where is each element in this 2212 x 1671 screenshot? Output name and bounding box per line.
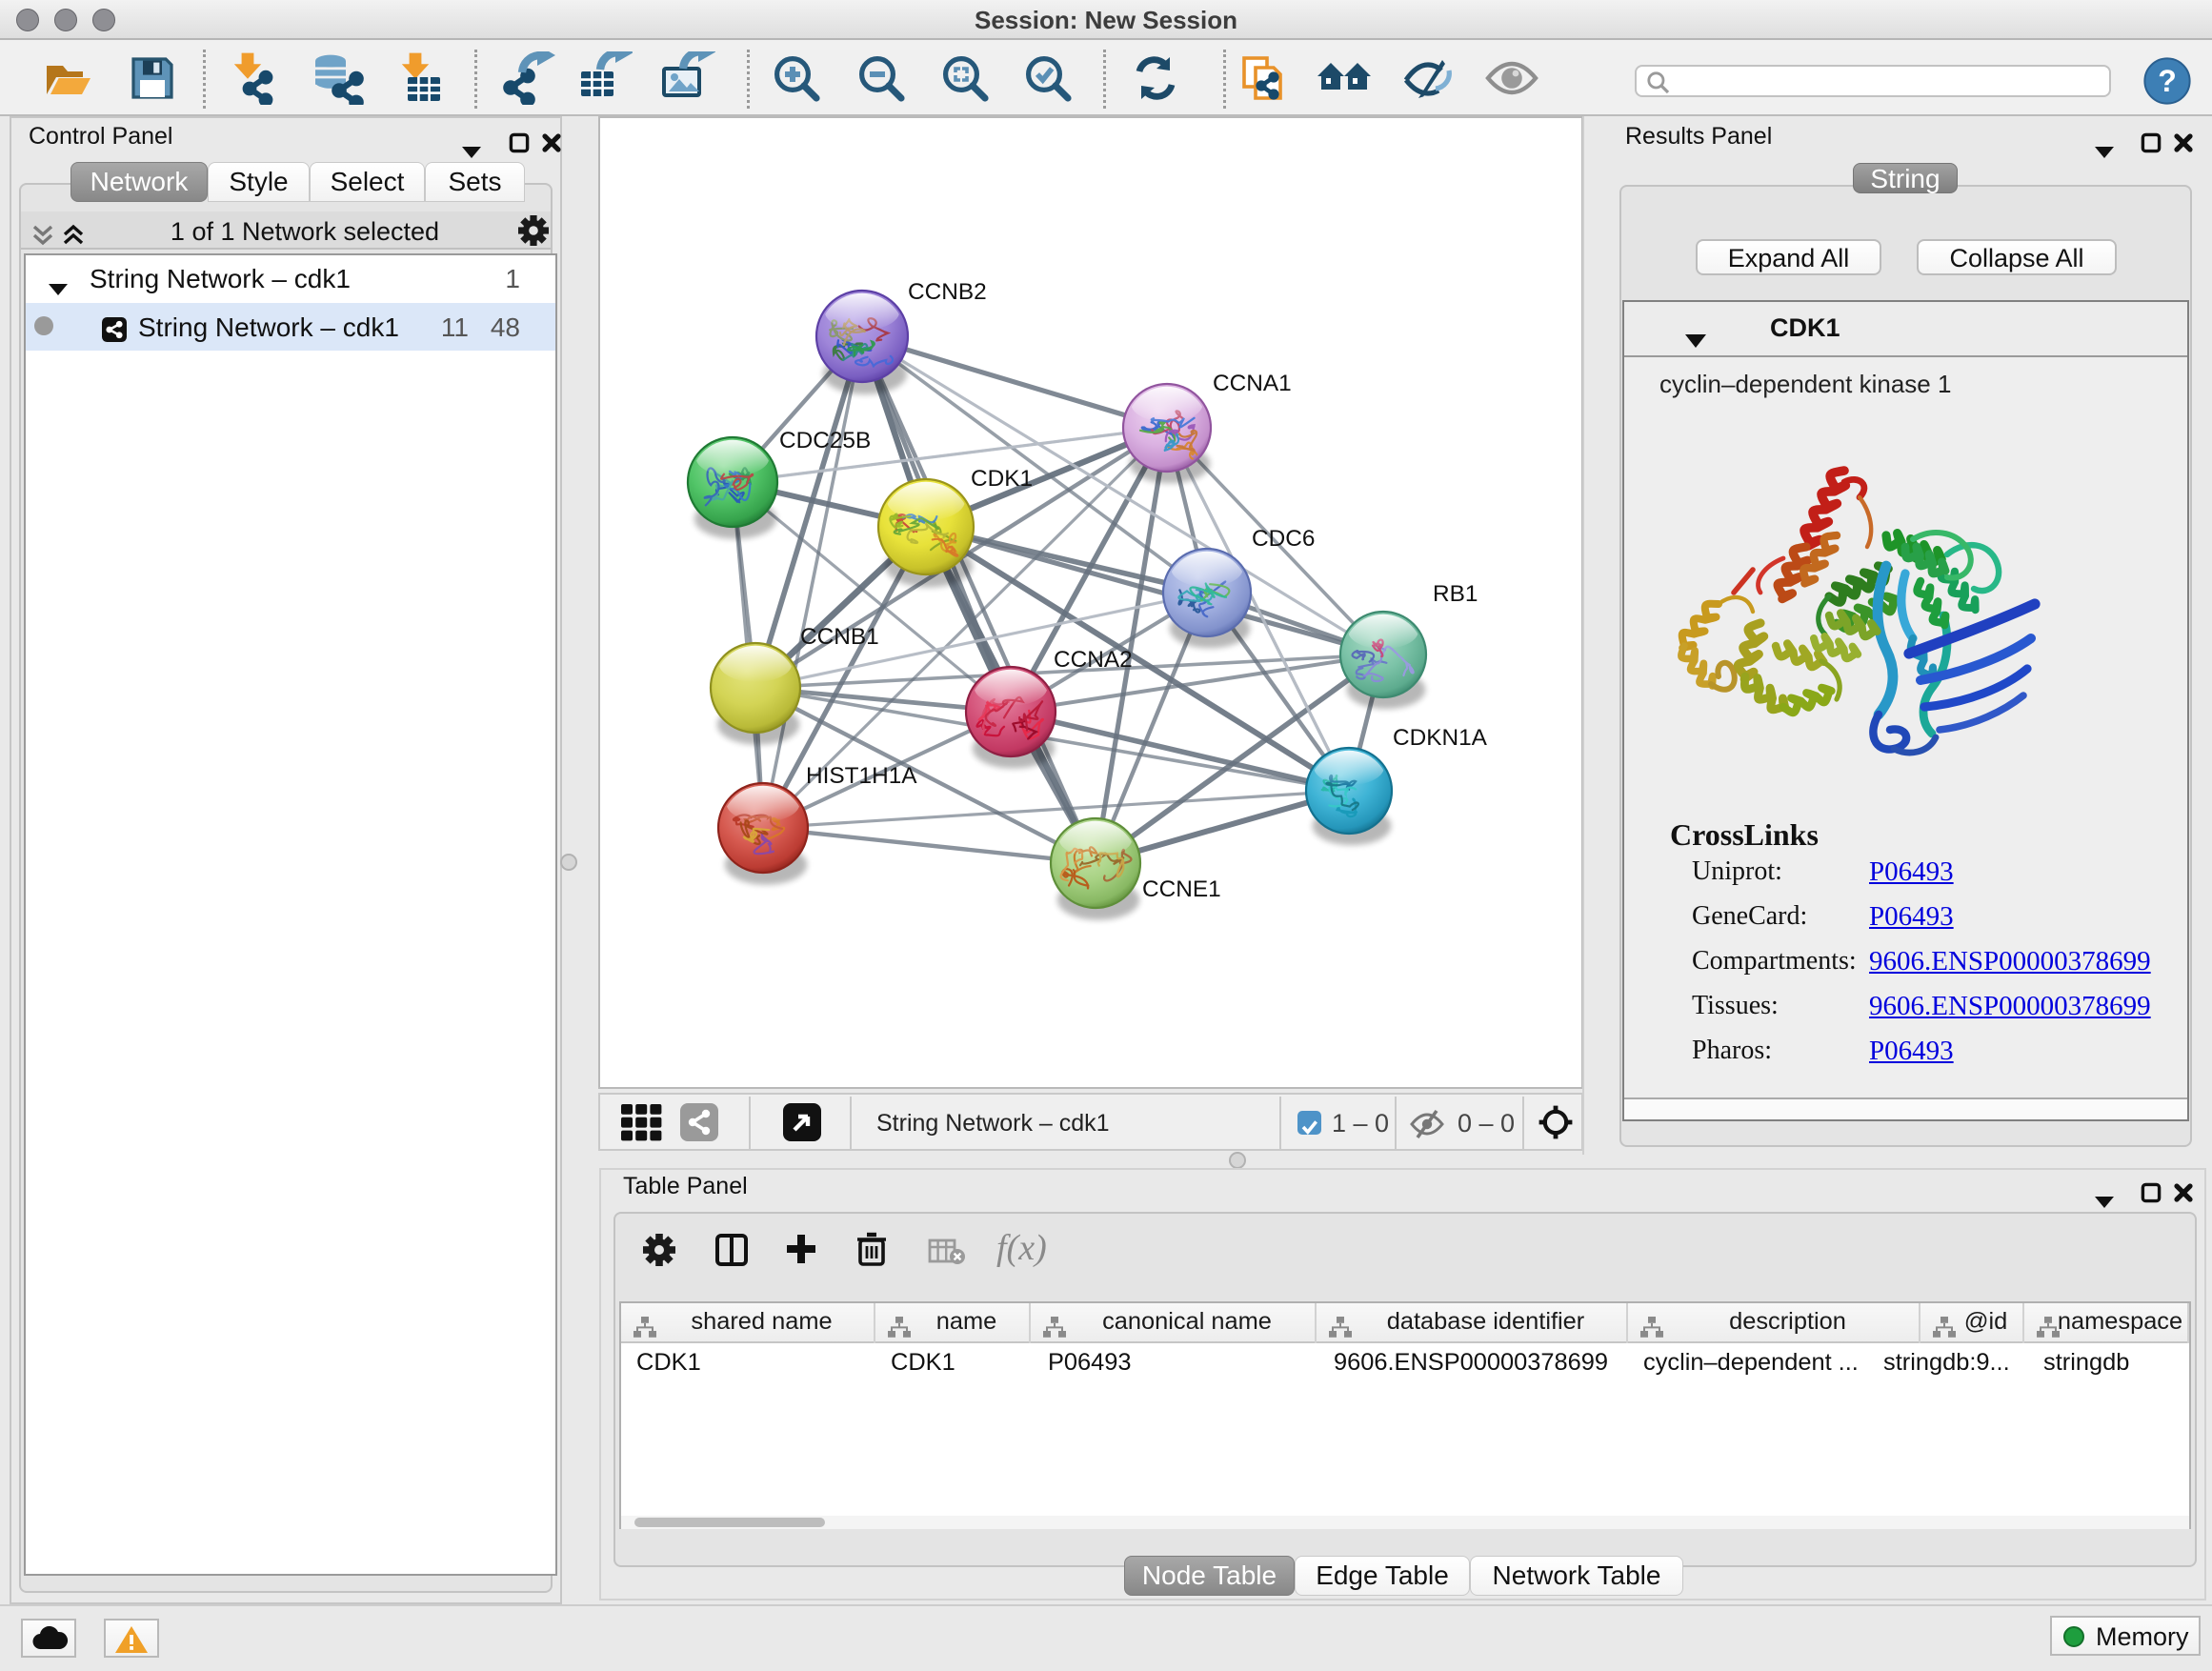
svg-text:CDK1: CDK1 [971, 466, 1033, 492]
svg-text:CCNA2: CCNA2 [1054, 647, 1133, 673]
svg-text:CCNA1: CCNA1 [1213, 371, 1292, 396]
svg-text:RB1: RB1 [1433, 581, 1478, 607]
svg-text:CCNB1: CCNB1 [800, 624, 879, 650]
svg-text:CCNE1: CCNE1 [1142, 876, 1221, 902]
svg-text:CDC25B: CDC25B [779, 428, 871, 453]
svg-text:CDKN1A: CDKN1A [1393, 725, 1488, 751]
svg-text:CCNB2: CCNB2 [908, 279, 987, 305]
svg-text:HIST1H1A: HIST1H1A [806, 763, 917, 789]
svg-text:CDC6: CDC6 [1252, 526, 1315, 552]
svg-text:?: ? [2158, 64, 2177, 98]
